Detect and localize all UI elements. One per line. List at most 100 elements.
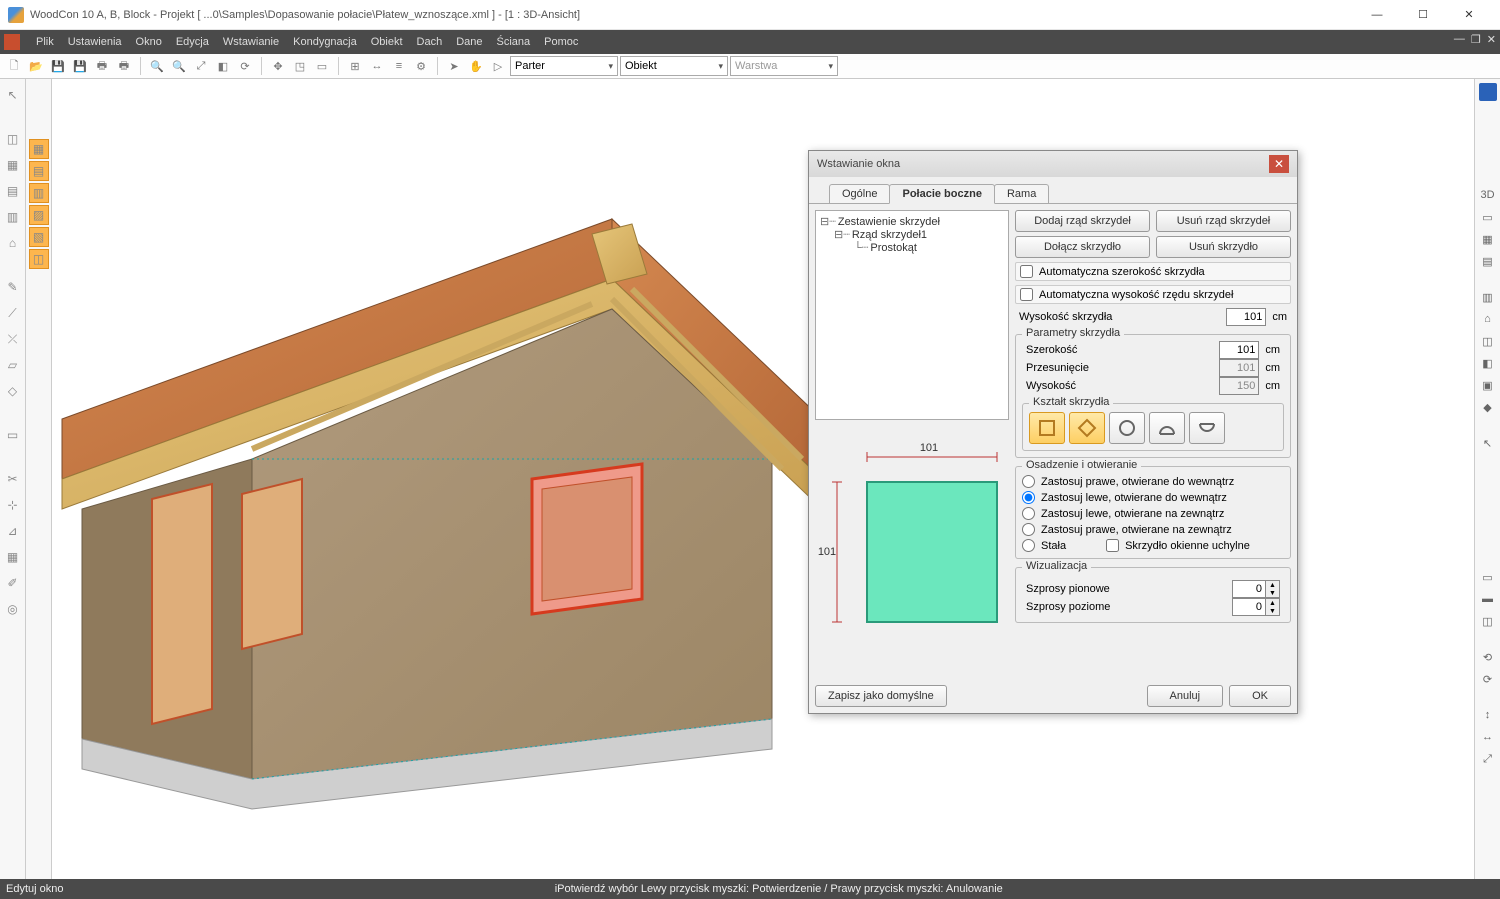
menu-item[interactable]: Okno xyxy=(136,36,162,48)
zoom-in-icon[interactable]: 🔍 xyxy=(147,56,167,76)
save-default-button[interactable]: Zapisz jako domyślne xyxy=(815,685,947,707)
zoom-window-icon[interactable]: ◧ xyxy=(213,56,233,76)
close-button[interactable]: ✕ xyxy=(1446,1,1492,29)
wing-tree[interactable]: ⊟┈Zestawienie skrzydeł ⊟┈Rząd skrzydeł1 … xyxy=(815,210,1009,420)
panel-icon[interactable]: ◫ xyxy=(1478,611,1498,631)
view-icon[interactable]: ↖ xyxy=(1478,433,1498,453)
mdi-restore-icon[interactable]: ❐ xyxy=(1471,33,1481,46)
tool-icon[interactable]: ⌂ xyxy=(3,233,23,253)
pointer-icon[interactable]: ➤ xyxy=(444,56,464,76)
tab-sidewings[interactable]: Połacie boczne xyxy=(889,184,994,204)
panel-icon[interactable]: ↕ xyxy=(1478,705,1498,725)
panel-icon[interactable]: ⤢ xyxy=(1478,749,1498,769)
element-select[interactable]: Obiekt xyxy=(620,56,728,76)
menu-item[interactable]: Obiekt xyxy=(371,36,403,48)
mode-icon[interactable]: ◫ xyxy=(29,249,49,269)
panel-icon[interactable]: ↔ xyxy=(1478,727,1498,747)
tool-icon[interactable]: ✎ xyxy=(3,277,23,297)
tool-icon[interactable]: ◫ xyxy=(3,129,23,149)
menu-item[interactable]: Kondygnacja xyxy=(293,36,357,48)
view-icon[interactable]: ▦ xyxy=(1478,229,1498,249)
shape-arch-button[interactable] xyxy=(1149,412,1185,444)
auto-height-checkbox[interactable]: Automatyczna wysokość rzędu skrzydeł xyxy=(1015,285,1291,304)
cursor-icon[interactable]: ↖ xyxy=(3,85,23,105)
dialog-titlebar[interactable]: Wstawianie okna ✕ xyxy=(809,151,1297,177)
shape-halfcircle-button[interactable] xyxy=(1189,412,1225,444)
view-icon[interactable]: ◆ xyxy=(1478,397,1498,417)
tool-icon[interactable]: ⊿ xyxy=(3,521,23,541)
panel-icon[interactable]: ⟲ xyxy=(1478,647,1498,667)
tool-icon[interactable]: ⤫ xyxy=(3,329,23,349)
mode-icon[interactable]: ▥ xyxy=(29,183,49,203)
tool-icon[interactable]: ⊹ xyxy=(3,495,23,515)
tool-icon[interactable]: ▤ xyxy=(3,181,23,201)
vertical-muntins-stepper[interactable]: ▲▼ xyxy=(1232,580,1280,598)
delete-wing-button[interactable]: Usuń skrzydło xyxy=(1156,236,1291,258)
dialog-close-button[interactable]: ✕ xyxy=(1269,155,1289,173)
save-as-icon[interactable]: 💾 xyxy=(70,56,90,76)
menu-item[interactable]: Edycja xyxy=(176,36,209,48)
tab-frame[interactable]: Rama xyxy=(994,184,1049,203)
menu-item[interactable]: Ściana xyxy=(497,36,531,48)
tool-icon[interactable]: ▭ xyxy=(3,425,23,445)
shape-rect-button[interactable] xyxy=(1029,412,1065,444)
option-icon[interactable]: ⚙ xyxy=(411,56,431,76)
print-icon[interactable]: 🖶 xyxy=(92,56,112,76)
cancel-button[interactable]: Anuluj xyxy=(1147,685,1224,707)
hinge-radio[interactable]: Zastosuj prawe, otwierane do wewnątrz xyxy=(1022,475,1284,488)
hinge-radio[interactable]: Zastosuj lewe, otwierane do wewnątrz xyxy=(1022,491,1284,504)
tool-icon[interactable]: ⟋ xyxy=(3,303,23,323)
panel-icon[interactable]: ▭ xyxy=(1478,567,1498,587)
menu-item[interactable]: Dane xyxy=(456,36,482,48)
menu-item[interactable]: Wstawianie xyxy=(223,36,279,48)
tool-icon[interactable]: ▥ xyxy=(3,207,23,227)
menu-item[interactable]: Dach xyxy=(417,36,443,48)
add-row-button[interactable]: Dodaj rząd skrzydeł xyxy=(1015,210,1150,232)
wing-height-input[interactable] xyxy=(1226,308,1266,326)
hinge-radio[interactable]: Stała xyxy=(1022,539,1066,552)
refresh-icon[interactable]: ⟳ xyxy=(235,56,255,76)
tool-icon[interactable]: ▦ xyxy=(3,547,23,567)
hinge-radio[interactable]: Zastosuj prawe, otwierane na zewnątrz xyxy=(1022,523,1284,536)
print2-icon[interactable]: 🖶 xyxy=(114,56,134,76)
open-icon[interactable]: 📂 xyxy=(26,56,46,76)
new-icon[interactable]: 🗋 xyxy=(4,56,24,76)
tool-icon[interactable]: ▱ xyxy=(3,355,23,375)
menu-item[interactable]: Pomoc xyxy=(544,36,578,48)
mode-icon[interactable]: ▨ xyxy=(29,205,49,225)
zoom-out-icon[interactable]: 🔍 xyxy=(169,56,189,76)
tool-icon[interactable]: ◇ xyxy=(3,381,23,401)
shape-circle-button[interactable] xyxy=(1109,412,1145,444)
view-icon[interactable]: ▭ xyxy=(1478,207,1498,227)
dim-icon[interactable]: ↔ xyxy=(367,56,387,76)
add-wing-button[interactable]: Dołącz skrzydło xyxy=(1015,236,1150,258)
box-icon[interactable]: ▭ xyxy=(312,56,332,76)
mode-icon[interactable]: ▧ xyxy=(29,227,49,247)
3d-icon[interactable]: 3D xyxy=(1478,185,1498,205)
align-icon[interactable]: ≡ xyxy=(389,56,409,76)
mdi-close-icon[interactable]: ✕ xyxy=(1487,33,1496,46)
width-input[interactable] xyxy=(1219,341,1259,359)
view-icon[interactable]: ◧ xyxy=(1478,353,1498,373)
panel-icon[interactable]: ⟳ xyxy=(1478,669,1498,689)
delete-row-button[interactable]: Usuń rząd skrzydeł xyxy=(1156,210,1291,232)
floor-select[interactable]: Parter xyxy=(510,56,618,76)
view-icon[interactable]: ⌂ xyxy=(1478,309,1498,329)
hinge-radio[interactable]: Zastosuj lewe, otwierane na zewnątrz xyxy=(1022,507,1284,520)
horizontal-muntins-stepper[interactable]: ▲▼ xyxy=(1232,598,1280,616)
play-icon[interactable]: ▷ xyxy=(488,56,508,76)
auto-width-checkbox[interactable]: Automatyczna szerokość skrzydła xyxy=(1015,262,1291,281)
tab-general[interactable]: Ogólne xyxy=(829,184,890,203)
grid-icon[interactable]: ⊞ xyxy=(345,56,365,76)
ok-button[interactable]: OK xyxy=(1229,685,1291,707)
tilt-checkbox[interactable]: Skrzydło okienne uchylne xyxy=(1106,539,1250,552)
menu-item[interactable]: Plik xyxy=(36,36,54,48)
tool-icon[interactable]: ▦ xyxy=(3,155,23,175)
move-icon[interactable]: ✥ xyxy=(268,56,288,76)
layer-select[interactable]: Warstwa xyxy=(730,56,838,76)
maximize-button[interactable]: ☐ xyxy=(1400,1,1446,29)
tool-icon[interactable]: ◎ xyxy=(3,599,23,619)
cube-icon[interactable]: ◳ xyxy=(290,56,310,76)
view-icon[interactable]: ▥ xyxy=(1478,287,1498,307)
tool-icon[interactable]: ✐ xyxy=(3,573,23,593)
